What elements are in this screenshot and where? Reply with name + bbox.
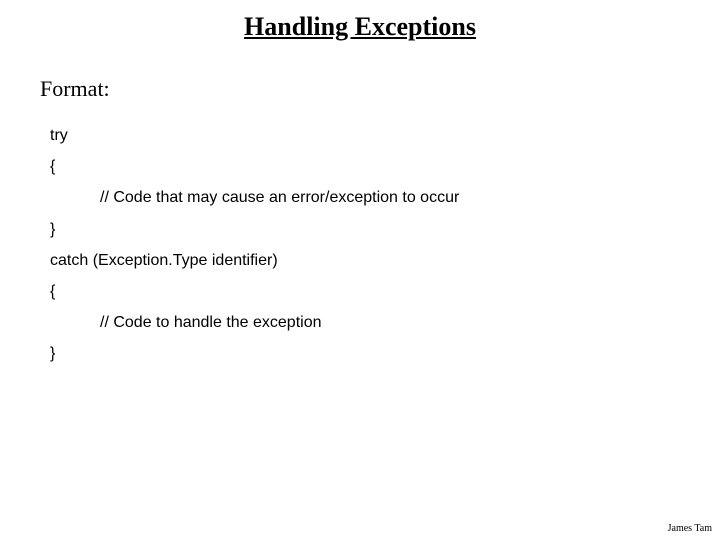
code-line: { bbox=[50, 151, 720, 182]
footer-author: James Tam bbox=[668, 523, 712, 534]
code-line: try bbox=[50, 120, 720, 151]
slide-title: Handling Exceptions bbox=[0, 0, 720, 42]
code-line-comment: // Code to handle the exception bbox=[50, 307, 720, 338]
code-line: { bbox=[50, 276, 720, 307]
code-block: try { // Code that may cause an error/ex… bbox=[50, 120, 720, 370]
slide: Handling Exceptions Format: try { // Cod… bbox=[0, 0, 720, 540]
format-label: Format: bbox=[40, 76, 720, 102]
code-line: } bbox=[50, 338, 720, 369]
code-line: } bbox=[50, 214, 720, 245]
code-line: catch (Exception.Type identifier) bbox=[50, 245, 720, 276]
code-line-comment: // Code that may cause an error/exceptio… bbox=[50, 182, 720, 213]
